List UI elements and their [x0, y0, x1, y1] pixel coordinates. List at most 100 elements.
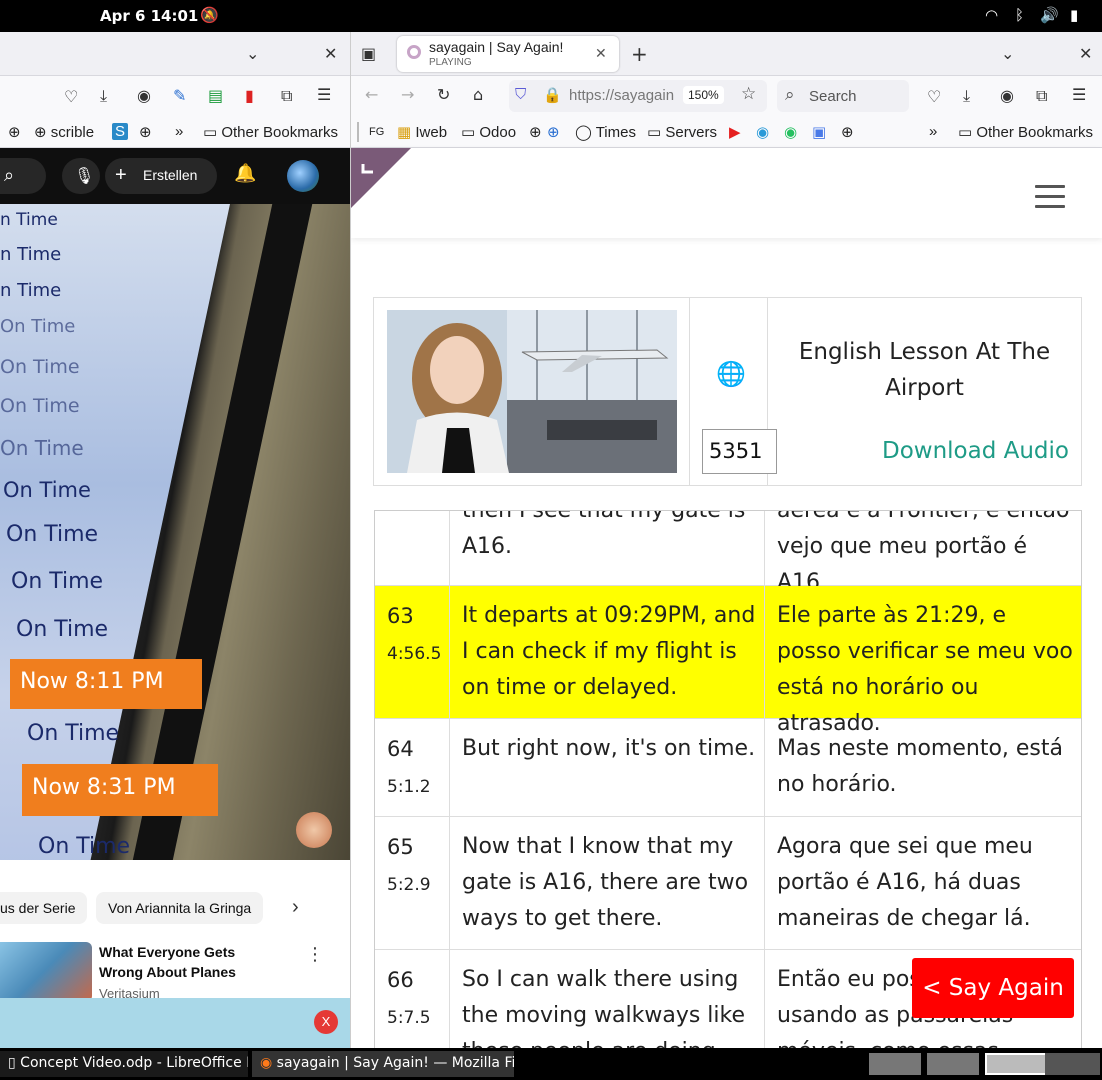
more-options-icon[interactable]: ⋮ [306, 944, 324, 965]
edit-extension-icon[interactable]: ✎ [173, 86, 186, 105]
bluetooth-icon[interactable]: ᛒ [1015, 6, 1024, 24]
row-timestamp[interactable]: 5:7.5 [387, 1008, 431, 1028]
english-text: But right now, it's on time. [462, 736, 756, 761]
bookmark-other[interactable]: ▭ Other Bookmarks [958, 123, 1093, 141]
bookmark-fg[interactable]: FG [369, 126, 384, 138]
taskbar-item-firefox[interactable]: ◉ sayagain | Say Again! — Mozilla Fi... [252, 1051, 514, 1077]
pocket-icon[interactable]: ♡ [64, 87, 78, 106]
menu-icon[interactable]: ☰ [1072, 85, 1086, 104]
table-row[interactable]: 64 5:1.2 But right now, it's on time. Ma… [375, 719, 1081, 817]
more-bookmarks-icon[interactable]: » [929, 123, 937, 140]
language-globe-icon[interactable]: 🌐 [716, 360, 746, 389]
chip-series[interactable]: us der Serie [0, 892, 88, 924]
wifi-icon[interactable]: ◠ [985, 6, 998, 24]
row-timestamp[interactable]: 5:1.2 [387, 777, 431, 797]
chevron-down-icon[interactable]: ⌄ [246, 44, 259, 63]
pocket-icon[interactable]: ♡ [927, 87, 941, 106]
row-number-cell: 64 5:1.2 [375, 719, 450, 816]
bookmark-servers[interactable]: ▭ Servers [647, 123, 717, 141]
notifications-muted-icon[interactable]: 🔕 [200, 6, 219, 24]
workspace-2[interactable] [927, 1053, 979, 1075]
video-player[interactable]: n Time n Time n Time On Time On Time On … [0, 204, 350, 860]
chevron-down-icon[interactable]: ⌄ [1001, 44, 1014, 63]
table-row[interactable]: then I see that my gate is A16. aérea é … [375, 511, 1081, 595]
globe-icon[interactable]: ⊕ [547, 123, 560, 141]
account-icon[interactable]: ◉ [137, 86, 151, 105]
say-again-button[interactable]: < Say Again [912, 958, 1074, 1018]
volume-icon[interactable]: 🔊 [1040, 6, 1059, 24]
lock-icon[interactable]: 🔒 [543, 86, 562, 104]
globe-icon[interactable]: ⊕ [841, 123, 854, 141]
globe-icon[interactable]: ⊕ [8, 123, 21, 141]
bookmark-times[interactable]: ◯ Times [575, 123, 636, 141]
lesson-number-input[interactable]: 5351 [702, 429, 777, 474]
voice-search-button[interactable]: 🎙 [62, 158, 100, 194]
video-thumbnail[interactable] [0, 942, 92, 1002]
chip-channel[interactable]: Von Ariannita la Gringa [96, 892, 264, 924]
taskbar-item-libreoffice[interactable]: ▯ Concept Video.odp - LibreOffice I... [0, 1051, 248, 1077]
forward-icon[interactable]: → [401, 85, 414, 104]
tab-sayagain[interactable]: sayagain | Say Again! PLAYING ✕ [397, 36, 619, 72]
create-button[interactable]: + Erstellen [105, 158, 217, 194]
airport-scene-image [387, 310, 677, 473]
row-timestamp[interactable]: 5:2.9 [387, 875, 431, 895]
chevron-right-icon[interactable]: › [292, 896, 299, 919]
tab-overview-icon[interactable]: ▣ [361, 44, 376, 63]
download-icon[interactable]: ⤓ [963, 86, 970, 106]
libreoffice-icon: ▯ [8, 1055, 16, 1071]
globe-icon[interactable]: ⊕ [529, 123, 542, 141]
bookmark-other[interactable]: ▭ Other Bookmarks [203, 123, 338, 141]
ad-close-button[interactable]: X [314, 1010, 338, 1034]
clock[interactable]: Apr 6 14:01 [100, 7, 198, 25]
close-icon[interactable]: ✕ [324, 44, 337, 63]
url-bar[interactable]: ⛉ 🔒 https://sayagain 150% ☆ [509, 80, 767, 112]
video-title[interactable]: What Everyone Gets Wrong About Planes [99, 942, 283, 982]
search-button[interactable]: ⌕ [0, 158, 46, 194]
account-icon[interactable]: ◉ [1000, 86, 1014, 105]
pdf-extension-icon[interactable]: ▮ [245, 86, 254, 105]
lesson-thumbnail[interactable] [387, 310, 677, 473]
url-text[interactable]: https://sayagain [569, 87, 677, 104]
row-timestamp[interactable]: 4:56.5 [387, 644, 441, 664]
shield-icon[interactable]: ⛉ [515, 86, 526, 103]
battery-icon[interactable]: ▮ [1070, 6, 1078, 24]
close-tab-icon[interactable]: ✕ [595, 45, 607, 62]
download-audio-link[interactable]: Download Audio [882, 438, 1069, 464]
back-icon[interactable]: ← [365, 85, 378, 104]
ad-banner[interactable]: X [0, 998, 350, 1048]
extensions-icon[interactable]: ⧉ [1036, 86, 1047, 106]
menu-icon[interactable]: ☰ [317, 85, 331, 104]
workspace-4[interactable] [1045, 1053, 1100, 1075]
hamburger-menu-button[interactable] [1035, 178, 1065, 215]
home-icon[interactable]: ⌂ [473, 85, 483, 104]
money-extension-icon[interactable]: ▤ [208, 86, 223, 105]
telegram-icon[interactable]: ◉ [756, 123, 769, 141]
translate-icon[interactable]: ▣ [812, 123, 826, 141]
bell-icon[interactable]: 🔔 [234, 163, 256, 184]
whatsapp-icon[interactable]: ◉ [784, 123, 797, 141]
workspace-3-active[interactable] [985, 1053, 1047, 1075]
download-icon[interactable]: ⤓ [100, 86, 107, 106]
avatar[interactable] [287, 160, 319, 192]
bookmark-odoo[interactable]: ▭ Odoo [461, 123, 516, 141]
new-tab-icon[interactable]: + [631, 42, 648, 66]
globe-icon[interactable]: ⊕ [139, 123, 152, 141]
zoom-level[interactable]: 150% [683, 86, 724, 104]
english-text: It departs at 09:29PM, and I can check i… [462, 603, 756, 700]
bookmark-star-icon[interactable]: ☆ [741, 84, 756, 104]
flight-status: On Time [0, 316, 76, 337]
close-window-icon[interactable]: ✕ [1079, 44, 1092, 63]
reload-icon[interactable]: ↻ [437, 85, 450, 104]
extensions-icon[interactable]: ⧉ [281, 86, 292, 106]
more-bookmarks-icon[interactable]: » [175, 123, 183, 140]
channel-watermark[interactable] [296, 812, 332, 848]
bookmark-s-icon[interactable]: S [112, 123, 129, 140]
table-row-active[interactable]: 63 4:56.5 It departs at 09:29PM, and I c… [375, 586, 1081, 736]
site-logo-corner[interactable] [351, 148, 411, 208]
table-row[interactable]: 65 5:2.9 Now that I know that my gate is… [375, 817, 1081, 950]
bookmark-iweb[interactable]: ▦ Iweb [397, 123, 447, 141]
youtube-icon[interactable]: ▶ [729, 123, 741, 141]
search-bar[interactable]: ⌕ Search [777, 80, 909, 112]
bookmark-scrible[interactable]: ⊕ scrible [34, 123, 94, 141]
workspace-1[interactable] [869, 1053, 921, 1075]
